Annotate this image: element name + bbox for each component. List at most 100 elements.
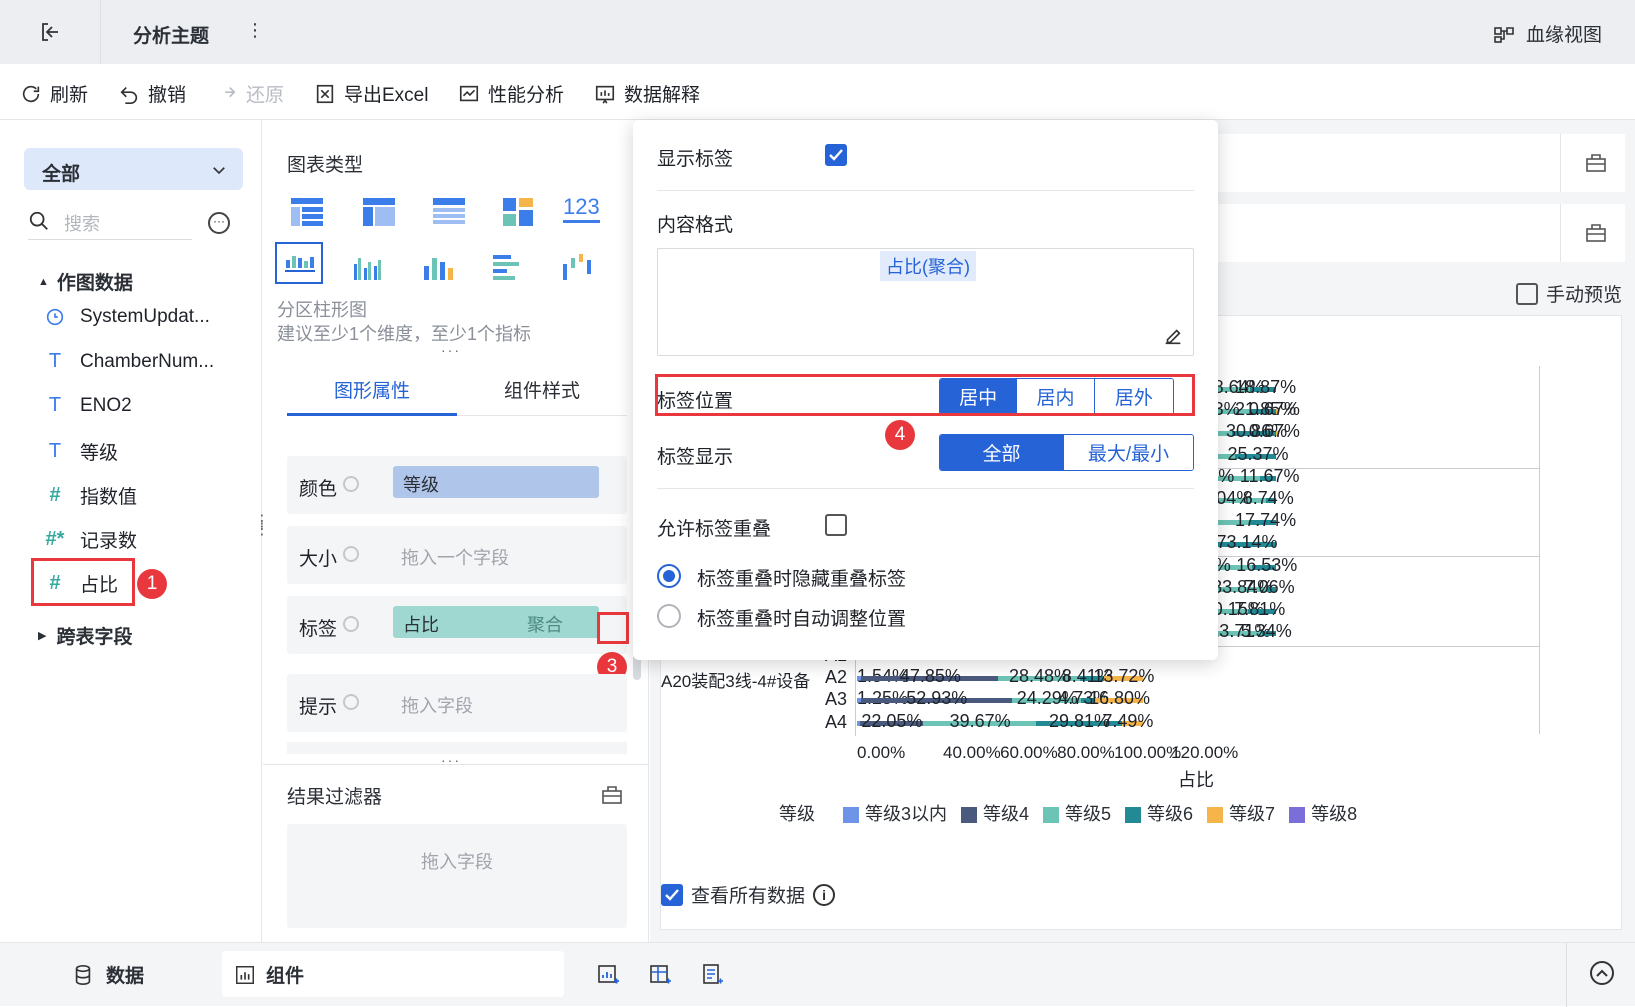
- add-component-icon[interactable]: [596, 963, 620, 987]
- lineage-label: 血缘视图: [1526, 25, 1603, 46]
- display-all-option[interactable]: 全部: [940, 435, 1065, 470]
- refresh-button[interactable]: 刷新: [20, 80, 88, 107]
- settings-gear-icon[interactable]: [343, 694, 359, 710]
- tooltip-label: 提示: [299, 697, 338, 718]
- field-item-systemupdate[interactable]: SystemUpdat...: [44, 306, 210, 328]
- component-tab[interactable]: 组件: [222, 951, 564, 997]
- collapse-up-icon[interactable]: [1590, 961, 1614, 985]
- allow-overlap-checkbox[interactable]: [825, 514, 847, 536]
- toolbox-icon[interactable]: [1585, 222, 1607, 242]
- caret-right-icon: ▶: [38, 630, 47, 642]
- chart-type-title: 图表类型: [287, 155, 364, 176]
- content-format-editor[interactable]: 占比(聚合): [657, 248, 1194, 356]
- auto-adjust-radio[interactable]: [657, 604, 681, 628]
- legend-item[interactable]: 等级3以内: [843, 800, 947, 826]
- tooltip-drop-placeholder[interactable]: 拖入字段: [401, 692, 473, 718]
- toolbox-icon[interactable]: [1585, 152, 1607, 172]
- label-field-pill[interactable]: 占比 聚合: [393, 606, 599, 638]
- field-item-chambernum[interactable]: T ChamberNum...: [44, 350, 214, 373]
- data-label: 0.67%: [1248, 399, 1300, 420]
- chart-property-panel: 图表类型 123 分区柱形图 建议至少1个维度，至少1个指标 ··· 图形属性 …: [263, 120, 866, 942]
- add-table-icon[interactable]: [648, 963, 672, 987]
- legend-label: 等级8: [1311, 804, 1358, 824]
- stacked-bar-chart-icon[interactable]: [423, 254, 455, 280]
- legend-item[interactable]: 等级4: [961, 800, 1029, 826]
- redo-button[interactable]: 还原: [216, 80, 284, 107]
- legend-item[interactable]: 等级7: [1207, 800, 1275, 826]
- scope-dropdown[interactable]: 全部: [24, 148, 243, 190]
- waterfall-chart-icon[interactable]: [563, 254, 593, 280]
- search-input[interactable]: 搜索: [28, 204, 192, 240]
- more-menu-icon[interactable]: ⋮: [246, 20, 264, 41]
- legend-item[interactable]: 等级8: [1289, 800, 1357, 826]
- info-icon[interactable]: i: [813, 883, 836, 906]
- export-excel-button[interactable]: 导出Excel: [314, 80, 428, 107]
- manual-preview-toggle[interactable]: 手动预览: [1516, 280, 1622, 307]
- color-field-pill[interactable]: 等级: [393, 466, 599, 498]
- legend-label: 等级4: [983, 804, 1030, 824]
- legend-swatch: [843, 807, 859, 824]
- more-options-icon[interactable]: ···: [208, 212, 230, 234]
- partition-bar-chart-icon[interactable]: [275, 242, 323, 284]
- text-icon: T: [48, 394, 62, 416]
- data-label: 29.81%: [1049, 710, 1111, 731]
- settings-gear-icon[interactable]: [343, 476, 359, 492]
- tab-graph-properties[interactable]: 图形属性: [287, 372, 457, 416]
- data-label: 7.81%: [1234, 599, 1286, 619]
- legend-label: 等级7: [1229, 804, 1276, 824]
- label-settings-gear-icon[interactable]: [343, 616, 359, 632]
- table-chart-icon[interactable]: [291, 198, 323, 226]
- grouped-bar-chart-icon[interactable]: [353, 254, 385, 280]
- settings-gear-icon[interactable]: [343, 546, 359, 562]
- detail-table-icon[interactable]: [433, 198, 465, 226]
- data-explain-icon: [595, 85, 615, 104]
- horizontal-bar-chart-icon[interactable]: [493, 254, 523, 280]
- field-item-record-count[interactable]: #* 记录数: [44, 526, 137, 553]
- field-item-index-value[interactable]: # 指数值: [44, 482, 137, 509]
- database-icon: [75, 964, 91, 985]
- legend-title: 等级: [779, 804, 815, 824]
- kpi-card-icon[interactable]: [503, 198, 533, 226]
- display-minmax-option[interactable]: 最大/最小: [1064, 435, 1193, 470]
- add-report-icon[interactable]: [700, 963, 724, 987]
- group-label: A20装配3线-4#设备: [661, 672, 811, 691]
- field-item-grade[interactable]: T 等级: [44, 438, 118, 465]
- legend-swatch: [1043, 807, 1060, 824]
- legend-item[interactable]: 等级6: [1125, 800, 1193, 826]
- field-item-eno2[interactable]: T ENO2: [44, 394, 132, 417]
- text-icon: T: [48, 440, 62, 462]
- tab-component-style[interactable]: 组件样式: [457, 372, 627, 416]
- filter-settings-icon[interactable]: [601, 784, 623, 804]
- view-all-checkbox[interactable]: [661, 883, 683, 906]
- hide-overlap-radio[interactable]: [657, 564, 681, 588]
- group-plot-data[interactable]: ▲ 作图数据: [38, 268, 133, 295]
- undo-button[interactable]: 撤销: [118, 80, 186, 107]
- content-token[interactable]: 占比(聚合): [880, 251, 976, 281]
- manual-preview-label: 手动预览: [1546, 285, 1623, 306]
- size-drop-placeholder[interactable]: 拖入一个字段: [401, 544, 509, 570]
- group-cross-table[interactable]: ▶ 跨表字段: [38, 622, 132, 649]
- category-tick-label: A3: [825, 689, 848, 710]
- show-label-checkbox[interactable]: [825, 144, 847, 166]
- text-icon: T: [48, 350, 62, 372]
- cross-table-icon[interactable]: [363, 198, 395, 226]
- data-tab[interactable]: 数据: [72, 961, 144, 988]
- drag-handle-icon[interactable]: ···: [441, 752, 461, 768]
- view-all-data-toggle[interactable]: 查看所有数据 i: [661, 881, 836, 908]
- chart-hint: 建议至少1个维度，至少1个指标: [277, 324, 532, 344]
- data-explain-button[interactable]: 数据解释: [594, 80, 700, 107]
- exit-icon[interactable]: [38, 20, 62, 44]
- lineage-view-button[interactable]: 血缘视图: [1492, 20, 1602, 47]
- drag-handle-icon[interactable]: ···: [441, 342, 461, 358]
- performance-button[interactable]: 性能分析: [458, 80, 564, 107]
- edit-pencil-icon[interactable]: [1162, 325, 1184, 347]
- result-filter-dropzone[interactable]: 拖入字段: [287, 824, 627, 928]
- field-label: ChamberNum...: [80, 350, 215, 372]
- number-indicator-icon[interactable]: 123: [563, 194, 600, 223]
- legend-item[interactable]: 等级5: [1043, 800, 1111, 826]
- group-label: 作图数据: [56, 273, 133, 294]
- chart-legend: 等级 等级3以内 等级4 等级5 等级6 等级7 等级8: [779, 800, 1357, 826]
- manual-preview-checkbox[interactable]: [1516, 282, 1538, 305]
- data-label: 39.67%: [949, 710, 1011, 731]
- chevron-down-icon: [213, 167, 225, 175]
